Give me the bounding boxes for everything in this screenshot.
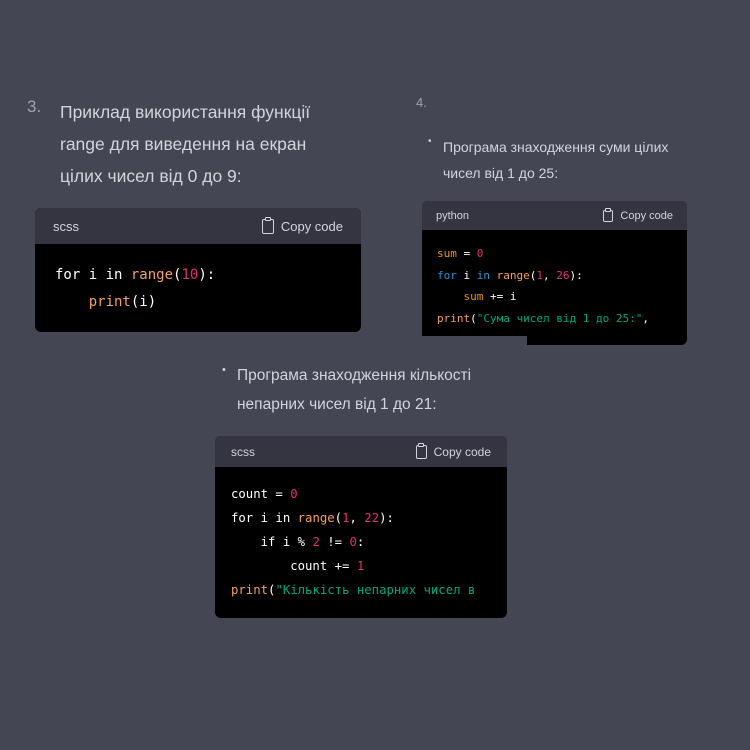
item3-line-1: Приклад використання функції [60, 102, 311, 122]
code-token: for i in [55, 267, 131, 283]
code-token: ): [198, 267, 216, 283]
code-token: count = [231, 487, 291, 501]
code-token: , [543, 268, 557, 282]
code-block-count: scss Copy code count = 0 for i in range(… [215, 436, 507, 618]
code-token-string: "Кількість непарних чисел в [275, 583, 476, 597]
list-number-3: 3. [27, 97, 42, 116]
bullet-icon: • [222, 364, 226, 376]
code-language-label: scss [53, 218, 79, 234]
code-token: ): [379, 511, 394, 525]
code-token-number: 0 [290, 487, 298, 501]
code-token-number: 2 [312, 535, 320, 549]
code-token: != [319, 535, 350, 549]
code-token: += i [483, 290, 517, 303]
code-token: , [642, 311, 649, 325]
code-token-keyword: in [476, 268, 490, 282]
background-patch [422, 336, 527, 346]
code-token: if i [231, 535, 298, 549]
code-token: % [297, 535, 313, 549]
code-token: = [456, 247, 477, 260]
copy-code-label: Copy code [433, 444, 491, 459]
item3-line-2: range для виведення на екран [60, 134, 307, 154]
copy-code-label: Copy code [280, 218, 343, 234]
code-block-range: scss Copy code for i in range(10): print… [35, 208, 361, 332]
code-token-function: print [231, 583, 269, 597]
code-token: count += [231, 559, 357, 573]
code-token-number: 0 [476, 247, 484, 260]
code-token-number: 22 [364, 511, 380, 525]
clipboard-icon [261, 218, 274, 234]
code-token-number: 1 [536, 268, 543, 282]
code-token-variable: sum [463, 290, 484, 303]
code-token: ): [569, 268, 583, 282]
code-token-function: print [437, 311, 471, 325]
code-token-number: 1 [356, 559, 365, 573]
code-block-sum: python Copy code sum = 0 for i in range (… [422, 201, 687, 345]
clipboard-icon [603, 209, 614, 222]
code-content: sum = 0 for i in range(1, 26): sum += i … [422, 230, 687, 329]
code-token-function: print [88, 294, 131, 310]
code-token-variable: sum [437, 247, 457, 260]
code-token-keyword: for [437, 268, 457, 282]
code-token: ( [334, 511, 343, 525]
code-token-function: range [297, 511, 335, 525]
code-token: i [456, 268, 477, 282]
copy-code-label: Copy code [620, 209, 673, 222]
copy-code-button[interactable]: Copy code [261, 218, 343, 234]
code-token-function: range [130, 267, 174, 283]
code-token-function: range [496, 268, 530, 282]
list-number-4: 4. [416, 95, 427, 110]
copy-code-button[interactable]: Copy code [603, 209, 673, 222]
code-token: : [356, 535, 365, 549]
code-token-string: "Сума чисел від 1 до 25:" [476, 311, 643, 325]
code-token: for i in [231, 511, 298, 525]
code-token-number: 26 [556, 268, 570, 282]
item5-line-2: непарних чисел від 1 до 21: [237, 396, 437, 413]
code-token: (i) [130, 294, 157, 310]
item3-description: Приклад використання функції range для в… [60, 96, 310, 192]
code-token-number: 0 [349, 535, 357, 549]
item4-line-2: чисел від 1 до 25: [443, 165, 559, 181]
code-token-number: 10 [181, 267, 199, 283]
clipboard-icon [415, 444, 427, 459]
code-header: python Copy code [422, 201, 687, 230]
code-token: ( [470, 311, 477, 325]
code-content: count = 0 for i in range(1, 22): if i % … [215, 467, 507, 602]
code-language-label: python [436, 209, 470, 222]
item5-description: Програма знаходження кількості непарних … [237, 361, 471, 419]
copy-code-button[interactable]: Copy code [415, 444, 491, 459]
code-header: scss Copy code [35, 208, 361, 244]
item4-description: Програма знаходження суми цілих чисел ві… [443, 134, 668, 186]
code-content: for i in range(10): print(i) [35, 244, 361, 332]
code-token: , [349, 511, 365, 525]
item3-line-3: цілих чисел від 0 до 9: [60, 166, 242, 186]
bullet-icon: • [428, 136, 432, 147]
code-language-label: scss [231, 444, 255, 459]
code-header: scss Copy code [215, 436, 507, 467]
item5-line-1: Програма знаходження кількості [237, 367, 472, 384]
item4-line-1: Програма знаходження суми цілих [443, 139, 669, 155]
